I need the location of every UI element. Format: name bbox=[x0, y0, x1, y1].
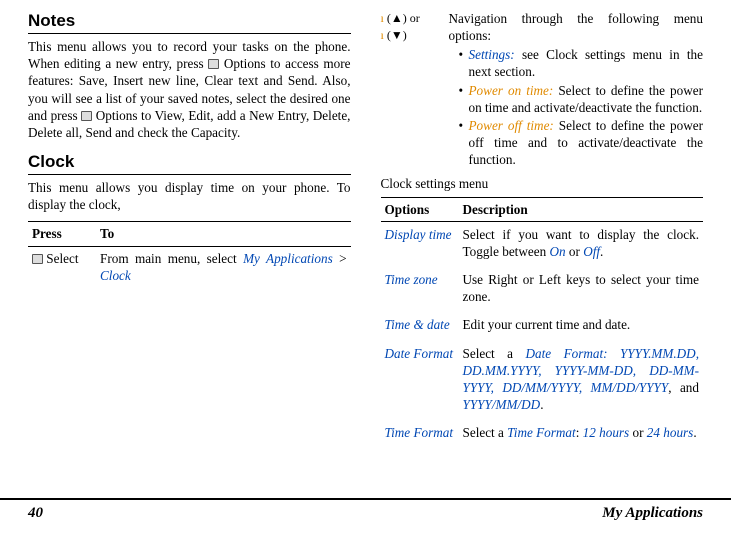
off-value: Off bbox=[583, 244, 600, 259]
notes-heading: Notes bbox=[28, 10, 351, 34]
up-arrow-icon: (▲) bbox=[387, 11, 407, 25]
options-table: Options Description Display time Select … bbox=[381, 197, 704, 449]
right-column: ı (▲) or ı (▼) Navigation through the fo… bbox=[381, 10, 704, 488]
options-col-header: Options bbox=[381, 197, 459, 221]
left-column: Notes This menu allows you to record you… bbox=[28, 10, 351, 488]
table-row: Time & date Edit your current time and d… bbox=[381, 312, 704, 340]
press-table: Press To Select From main menu, select M… bbox=[28, 221, 351, 286]
table-row: Time zone Use Right or Left keys to sele… bbox=[381, 267, 704, 312]
power-off-label: Power off time: bbox=[469, 118, 554, 133]
clock-link: Clock bbox=[100, 268, 131, 283]
clock-heading: Clock bbox=[28, 151, 351, 175]
select-desc-cell: From main menu, select My Applica­tions … bbox=[96, 246, 351, 287]
text: Select a bbox=[463, 425, 508, 440]
settings-label: Settings: bbox=[469, 47, 515, 62]
time-date-desc: Edit your current time and date. bbox=[459, 312, 704, 340]
table-row: Display time Select if you want to displ… bbox=[381, 221, 704, 267]
press-col-header: Press bbox=[28, 222, 96, 246]
text: or bbox=[566, 244, 584, 259]
select-key-cell: Select bbox=[28, 246, 96, 287]
text: . bbox=[693, 425, 696, 440]
to-col-header: To bbox=[96, 222, 351, 246]
time-format-label: Time Format bbox=[507, 425, 576, 440]
list-item: Settings: see Clock settings menu in the… bbox=[459, 46, 704, 80]
select-key-label: Select bbox=[43, 251, 79, 266]
nav-description: Navigation through the following menu op… bbox=[449, 10, 704, 169]
power-on-label: Power on time: bbox=[469, 83, 554, 98]
options-icon bbox=[208, 59, 219, 69]
nav-desc-text: Navigation through the following menu op… bbox=[449, 11, 704, 43]
text: . bbox=[540, 397, 543, 412]
time-zone-option: Time zone bbox=[381, 267, 459, 312]
text: : bbox=[576, 425, 583, 440]
section-title: My Applications bbox=[602, 504, 703, 524]
page-number: 40 bbox=[28, 504, 43, 524]
text: Select a bbox=[463, 346, 526, 361]
table-row: Time Format Select a Time Format: 12 hou… bbox=[381, 420, 704, 448]
text: . bbox=[600, 244, 603, 259]
select-gt: > bbox=[333, 251, 347, 266]
text: , and bbox=[668, 380, 699, 395]
clock-intro: This menu allows you display time on you… bbox=[28, 179, 351, 213]
time-format-desc: Select a Time Format: 12 hours or 24 hou… bbox=[459, 420, 704, 448]
date-format-option: Date Format bbox=[381, 341, 459, 421]
description-col-header: Description bbox=[459, 197, 704, 221]
twenty-four-hours: 24 hours bbox=[647, 425, 694, 440]
nav-row: ı (▲) or ı (▼) Navigation through the fo… bbox=[381, 10, 704, 169]
down-arrow-icon: (▼) bbox=[387, 28, 407, 42]
list-item: Power on time: Select to define the powe… bbox=[459, 82, 704, 116]
time-zone-desc: Use Right or Left keys to select your ti… bbox=[459, 267, 704, 312]
on-value: On bbox=[549, 244, 565, 259]
clock-settings-subhead: Clock settings menu bbox=[381, 175, 704, 192]
twelve-hours: 12 hours bbox=[583, 425, 630, 440]
list-item: Power off time: Select to define the pow… bbox=[459, 117, 704, 168]
date-format-desc: Select a Date Format: YYYY.MM.DD, DD.MM.… bbox=[459, 341, 704, 421]
select-key-icon bbox=[32, 254, 43, 264]
page-footer: 40 My Applications bbox=[0, 498, 731, 533]
text: or bbox=[629, 425, 647, 440]
time-date-option: Time & date bbox=[381, 312, 459, 340]
display-time-desc: Select if you want to display the clock.… bbox=[459, 221, 704, 267]
table-row: Date Format Select a Date Format: YYYY.M… bbox=[381, 341, 704, 421]
nav-or: or bbox=[407, 11, 420, 25]
my-applications-link: My Applica­tions bbox=[243, 251, 333, 266]
table-row: Select From main menu, select My Applica… bbox=[28, 246, 351, 287]
select-desc-1: From main menu, select bbox=[100, 251, 243, 266]
date-format-last: YYYY/MM/DD bbox=[463, 397, 541, 412]
display-time-option: Display time bbox=[381, 221, 459, 267]
notes-body: This menu allows you to record your task… bbox=[28, 38, 351, 141]
time-format-option: Time Format bbox=[381, 420, 459, 448]
nav-keys: ı (▲) or ı (▼) bbox=[381, 10, 449, 169]
options-icon bbox=[81, 111, 92, 121]
